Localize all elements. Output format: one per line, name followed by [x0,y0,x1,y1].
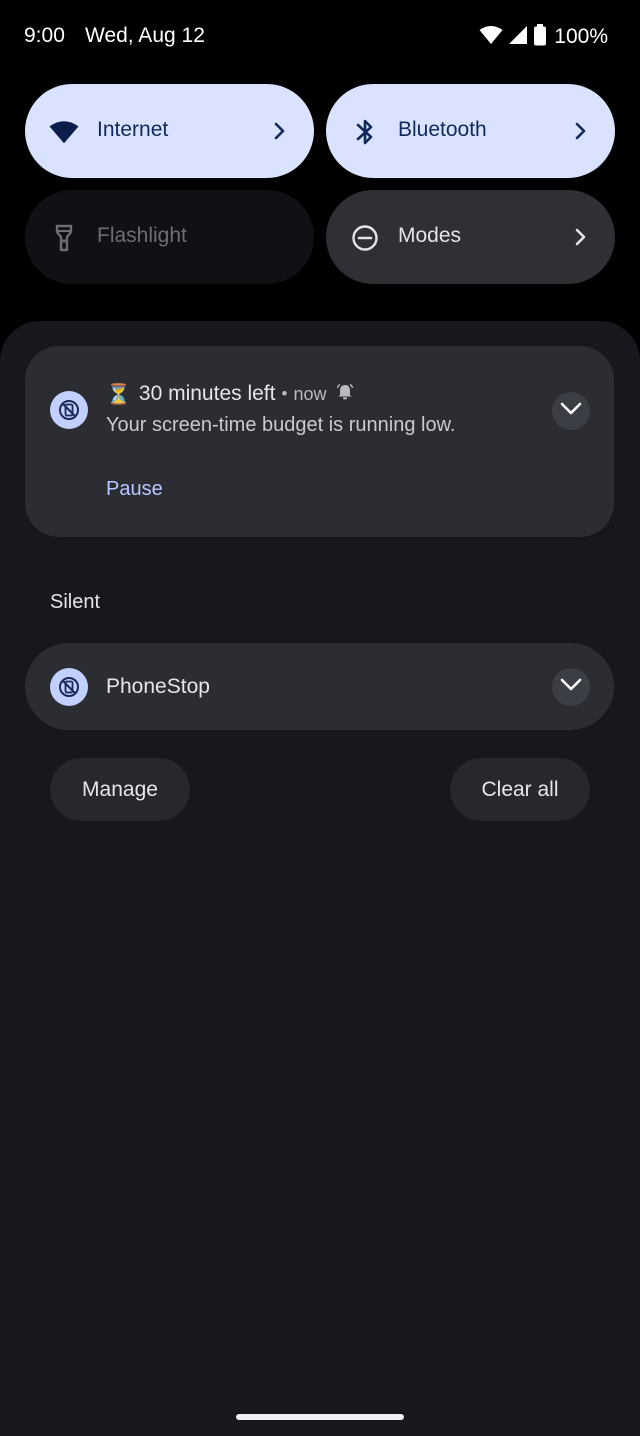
clear-all-button[interactable]: Clear all [450,758,590,821]
hourglass-emoji: ⏳ [106,383,131,406]
status-date: Wed, Aug 12 [85,24,205,47]
battery-icon [533,23,547,51]
manage-button[interactable]: Manage [50,758,190,821]
tile-modes[interactable]: Modes [326,190,615,284]
notification-card[interactable] [25,346,614,537]
bluetooth-icon [350,117,380,147]
alert-bell-icon [336,383,354,406]
chevron-down-icon [560,402,582,421]
battery-percent: 100% [554,25,608,48]
phone-stop-icon [50,391,88,429]
phone-stop-icon [50,668,88,706]
gesture-navigation-handle[interactable] [236,1414,404,1420]
tile-modes-label: Modes [398,224,462,247]
tile-flashlight-label: Flashlight [97,224,187,247]
chevron-down-icon [560,678,582,697]
header-separator: • [281,384,288,403]
status-icons: 100% [479,23,608,51]
tile-flashlight[interactable]: Flashlight [25,190,314,284]
cell-signal-icon [508,25,528,50]
notification-text: Your screen-time budget is running low. [106,414,456,436]
notification-title: 30 minutes left [138,382,276,405]
chevron-right-icon [573,225,589,249]
tile-bluetooth-label: Bluetooth [398,118,487,141]
section-header-silent: Silent [50,591,101,613]
notification-header: ⏳ 30 minutes left • now [106,380,354,408]
status-time: 9:00 [24,24,65,47]
tile-bluetooth[interactable]: Bluetooth [326,84,615,178]
status-bar: 9:00 Wed, Aug 12 100% [0,0,640,72]
tile-internet-label: Internet [97,118,169,141]
expand-notification-button[interactable] [552,392,590,430]
notification-time: now [293,383,327,404]
pause-button[interactable]: Pause [106,478,163,501]
silent-notification-app-name: PhoneStop [106,675,210,698]
chevron-right-icon [573,119,589,143]
chevron-right-icon [272,119,288,143]
expand-silent-notification-button[interactable] [552,668,590,706]
tile-internet[interactable]: Internet [25,84,314,178]
do-not-disturb-icon [350,223,380,253]
flashlight-icon [49,223,79,253]
wifi-icon [479,25,503,50]
wifi-icon [49,117,79,147]
